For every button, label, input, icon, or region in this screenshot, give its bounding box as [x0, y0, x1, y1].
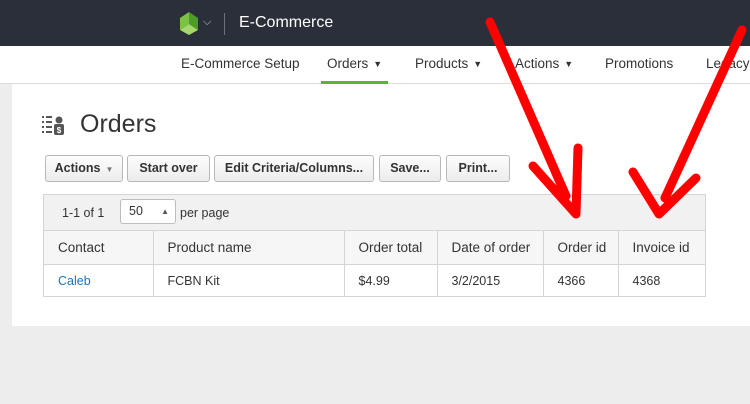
annotation-arrows — [485, 17, 747, 219]
arrow-to-invoice-id-icon — [628, 25, 747, 219]
arrow-to-order-id-icon — [485, 17, 583, 219]
